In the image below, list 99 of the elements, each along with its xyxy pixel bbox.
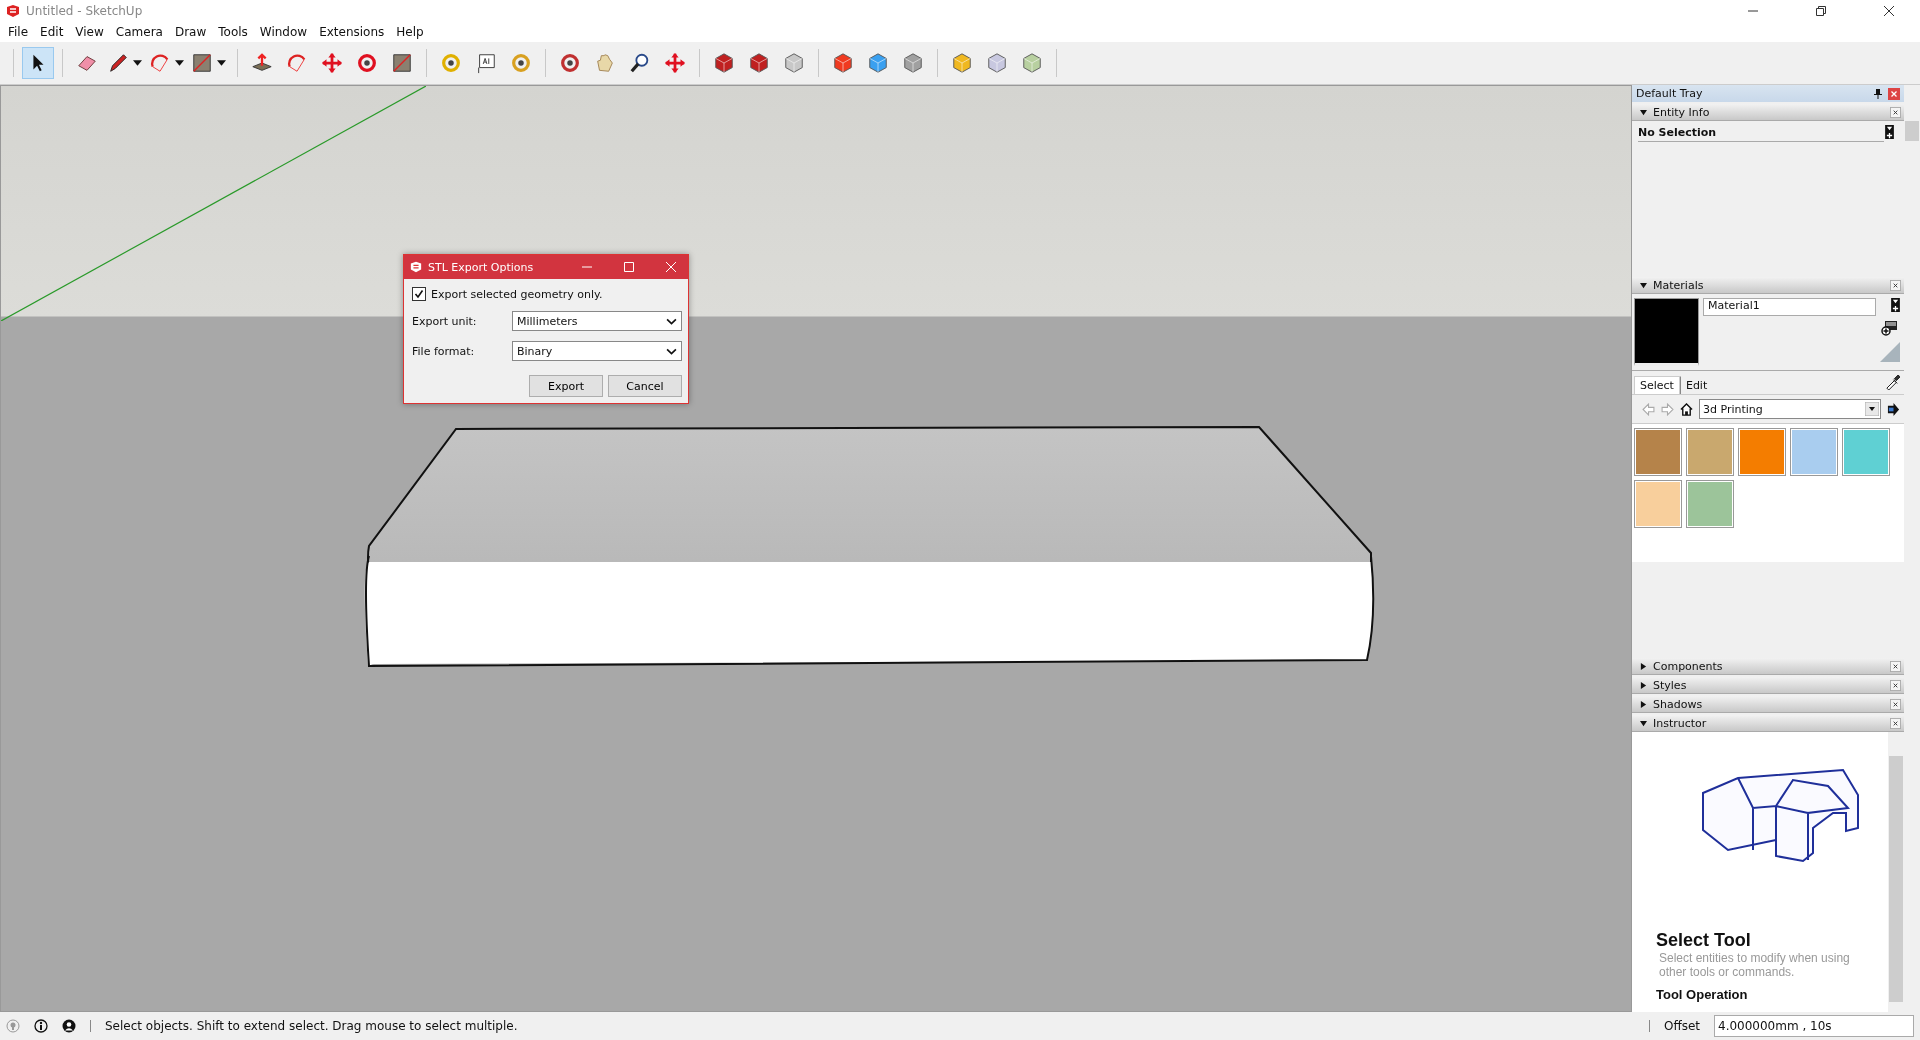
material-name-field[interactable]: Material1	[1703, 298, 1876, 316]
back-arrow-icon[interactable]	[1642, 402, 1655, 416]
rectangle-icon	[191, 52, 213, 74]
panel-header[interactable]: Instructor	[1632, 715, 1904, 732]
measurement-label: Offset	[1663, 1019, 1700, 1033]
solid-icon	[1021, 52, 1043, 74]
close-icon[interactable]	[1890, 679, 1901, 691]
dialog-button[interactable]: Export	[529, 375, 603, 397]
material-swatch[interactable]	[1738, 428, 1786, 476]
triangle-icon	[1640, 108, 1647, 116]
caret-icon	[217, 60, 226, 66]
tray-title: Default Tray	[1636, 87, 1703, 100]
hand-icon	[594, 52, 616, 74]
menu-item[interactable]: Edit	[40, 25, 64, 39]
chevron-down-icon	[666, 317, 677, 325]
menu-item[interactable]: Camera	[115, 25, 163, 39]
cube-icon	[832, 52, 854, 74]
arc-icon	[149, 52, 171, 74]
material-swatch[interactable]	[1634, 428, 1682, 476]
instructor-heading: Select Tool	[1656, 930, 1752, 951]
panel-header[interactable]: Shadows	[1632, 696, 1904, 713]
material-swatch[interactable]	[1686, 480, 1734, 528]
close-icon[interactable]	[1890, 717, 1901, 729]
window-title: Untitled - SketchUp	[26, 4, 143, 18]
field-label: Export unit:	[412, 314, 478, 328]
home-icon[interactable]	[1680, 402, 1693, 416]
move-icon	[321, 52, 343, 74]
material-swatch[interactable]	[1634, 480, 1682, 528]
tab[interactable]: Select	[1634, 376, 1680, 394]
menu-item[interactable]: Window	[259, 25, 308, 39]
details-arrow-icon[interactable]	[1887, 402, 1900, 416]
dialog-title: STL Export Options	[428, 260, 534, 274]
push-pull-icon	[251, 52, 273, 74]
magnifier-icon	[629, 52, 651, 74]
checkbox-label: Export selected geometry only.	[431, 287, 603, 301]
menu-item[interactable]: File	[8, 25, 29, 39]
close-icon[interactable]	[1890, 660, 1901, 672]
scrollbar[interactable]	[1888, 732, 1904, 1012]
menu-item[interactable]: View	[75, 25, 104, 39]
info-icon[interactable]	[34, 1019, 48, 1033]
details-toggle-icon[interactable]	[1885, 125, 1894, 139]
box-icon	[783, 52, 805, 74]
arrow-tool-button[interactable]	[22, 47, 54, 79]
material-swatch[interactable]	[1790, 428, 1838, 476]
eyedropper-icon[interactable]	[1885, 375, 1900, 390]
dialog-button[interactable]: Cancel	[608, 375, 682, 397]
dropdown[interactable]: Binary	[512, 341, 682, 361]
pin-icon[interactable]	[1874, 88, 1882, 99]
tab[interactable]: Edit	[1679, 376, 1727, 394]
status-message: Select objects. Shift to extend select. Drag mouse to select multiple.	[105, 1019, 518, 1033]
dropdown[interactable]: Millimeters	[512, 311, 682, 331]
selection-status: No Selection	[1638, 125, 1717, 139]
solid-icon	[951, 52, 973, 74]
restore-icon[interactable]	[1816, 6, 1826, 16]
close-icon[interactable]	[1884, 6, 1894, 16]
collection-dropdown[interactable]: 3d Printing	[1699, 399, 1881, 419]
panel-header[interactable]: Styles	[1632, 677, 1904, 694]
forward-arrow-icon[interactable]	[1661, 402, 1674, 416]
app-logo-icon	[6, 4, 20, 18]
instructor-description: Select entities to modify when using other tools or commands.	[1659, 951, 1851, 979]
instructor-section-heading: Tool Operation	[1656, 987, 1749, 1002]
menu-item[interactable]: Tools	[218, 25, 248, 39]
text-icon	[475, 52, 497, 74]
app-logo-icon	[410, 261, 422, 273]
details-toggle-icon[interactable]	[1890, 298, 1900, 312]
caret-icon	[175, 60, 184, 66]
user-icon[interactable]	[62, 1019, 76, 1033]
menu-item[interactable]: Draw	[174, 25, 207, 39]
cube-icon	[867, 52, 889, 74]
material-swatch[interactable]	[1686, 428, 1734, 476]
solid-icon	[986, 52, 1008, 74]
triangle-icon	[1640, 700, 1647, 708]
triangle-icon	[1640, 281, 1647, 289]
triangle-icon	[1640, 681, 1647, 689]
close-icon[interactable]	[1890, 279, 1901, 291]
close-icon[interactable]	[1890, 698, 1901, 710]
panel-header[interactable]: Entity Info	[1632, 104, 1904, 121]
material-swatch[interactable]	[1842, 428, 1890, 476]
lightbulb-icon[interactable]	[6, 1019, 20, 1033]
field-label: File format:	[412, 344, 476, 358]
close-icon[interactable]	[1890, 106, 1901, 118]
box-icon	[748, 52, 770, 74]
panel-header[interactable]: Materials	[1632, 277, 1904, 294]
create-material-icon[interactable]	[1881, 318, 1899, 336]
caret-icon	[133, 60, 142, 66]
dropdown-arrow-icon	[1865, 402, 1879, 416]
triangle-icon	[1640, 719, 1647, 727]
chevron-down-icon	[666, 347, 677, 355]
box-icon	[713, 52, 735, 74]
checkbox[interactable]	[412, 287, 426, 301]
menu-item[interactable]: Help	[396, 25, 424, 39]
pencil-icon	[107, 52, 129, 74]
triangle-icon	[1640, 662, 1647, 670]
maximize-icon[interactable]	[624, 262, 634, 272]
measurement-field[interactable]: 4.000000mm , 10s	[1714, 1015, 1914, 1037]
panel-header[interactable]: Components	[1632, 658, 1904, 675]
cube-icon	[902, 52, 924, 74]
menu-item[interactable]: Extensions	[319, 25, 385, 39]
material-preview	[1634, 298, 1699, 366]
